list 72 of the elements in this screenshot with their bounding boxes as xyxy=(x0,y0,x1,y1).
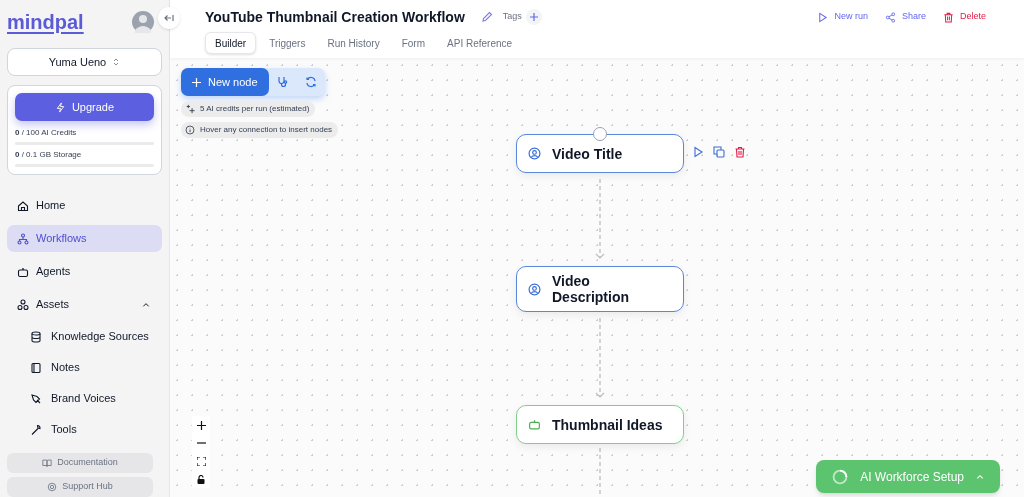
copy-node-button[interactable] xyxy=(713,146,725,158)
header-action[interactable]: Delete xyxy=(943,10,986,24)
header-action[interactable]: New run xyxy=(817,10,868,24)
workflow-icon xyxy=(17,232,29,245)
user-switcher[interactable]: Yuma Ueno xyxy=(7,48,162,76)
new-node-button[interactable]: New node xyxy=(181,68,269,96)
refresh-icon xyxy=(304,76,317,88)
workflow-node[interactable]: Thumbnail Ideas xyxy=(516,405,684,444)
tab[interactable]: Form xyxy=(392,32,435,54)
tab[interactable]: Builder xyxy=(205,32,257,54)
plus-icon xyxy=(192,77,201,87)
share-icon xyxy=(884,11,896,23)
avatar[interactable] xyxy=(132,11,154,33)
delete-node-button[interactable] xyxy=(734,146,746,158)
minus-icon xyxy=(196,442,206,444)
trash-icon xyxy=(943,11,954,23)
logo[interactable]: mindpal xyxy=(7,7,84,37)
usage-label: 0 / 100 AI Credits xyxy=(15,127,78,139)
tab[interactable]: API Reference xyxy=(438,32,522,54)
upgrade-button[interactable]: Upgrade xyxy=(15,93,154,121)
user-circle-icon xyxy=(528,147,541,160)
header-action[interactable]: Share xyxy=(884,10,926,24)
nav-item[interactable]: Assets xyxy=(7,291,162,318)
wrench-icon xyxy=(30,423,42,436)
nav-item[interactable]: Tools xyxy=(7,417,162,442)
plus-icon xyxy=(196,420,206,430)
shapes-icon xyxy=(17,298,29,311)
tags-label: Tags xyxy=(502,10,522,24)
database-icon xyxy=(30,330,42,343)
lock-icon xyxy=(197,474,205,484)
usage-label: 0 / 0.1 GB Storage xyxy=(15,149,83,161)
tab[interactable]: Triggers xyxy=(260,32,315,54)
add-tag-button[interactable] xyxy=(525,9,542,25)
play-icon xyxy=(817,11,829,23)
nav-item[interactable]: Brand Voices xyxy=(7,386,162,411)
book-icon xyxy=(42,458,53,468)
nav-item[interactable]: Agents xyxy=(7,258,162,285)
sparkle-icon xyxy=(185,104,195,114)
info-chip: 5 AI credits per run (estimated) xyxy=(181,101,316,117)
nav-item[interactable]: Notes xyxy=(7,355,162,380)
chevron-updown-icon xyxy=(112,57,121,67)
home-icon xyxy=(17,199,29,212)
workflow-title: YouTube Thumbnail Creation Workflow xyxy=(205,7,465,27)
footer-link[interactable]: Support Hub xyxy=(7,477,153,497)
tab[interactable]: Run History xyxy=(318,32,389,54)
chevron-up-icon xyxy=(976,472,984,481)
info-chip: Hover any connection to insert nodes xyxy=(181,122,339,138)
notebook-icon xyxy=(30,361,42,374)
workflow-node[interactable]: Video Title xyxy=(516,134,684,173)
connection-handle[interactable] xyxy=(593,127,607,141)
play-icon xyxy=(692,146,704,158)
nav-item[interactable]: Workflows xyxy=(7,225,162,252)
copy-icon xyxy=(713,146,725,158)
run-node-button[interactable] xyxy=(692,146,704,158)
pen-icon xyxy=(30,392,42,405)
stethoscope-icon xyxy=(276,76,289,88)
plus-icon xyxy=(529,13,538,21)
lightning-icon xyxy=(54,101,66,113)
help-icon xyxy=(47,482,58,492)
robot-icon xyxy=(528,418,541,431)
fit-view-icon xyxy=(196,456,206,466)
nav-item[interactable]: Knowledge Sources xyxy=(7,324,162,349)
trash-icon xyxy=(734,146,746,158)
robot-icon xyxy=(17,265,29,278)
collapse-icon xyxy=(164,14,174,22)
edit-icon[interactable] xyxy=(480,11,493,23)
workflow-node[interactable]: Video Description xyxy=(516,266,684,312)
footer-link[interactable]: Documentation xyxy=(7,453,153,473)
nav-item[interactable]: Home xyxy=(7,192,162,219)
user-circle-icon xyxy=(528,282,541,296)
spinner-icon xyxy=(832,468,849,485)
info-icon xyxy=(185,125,195,135)
